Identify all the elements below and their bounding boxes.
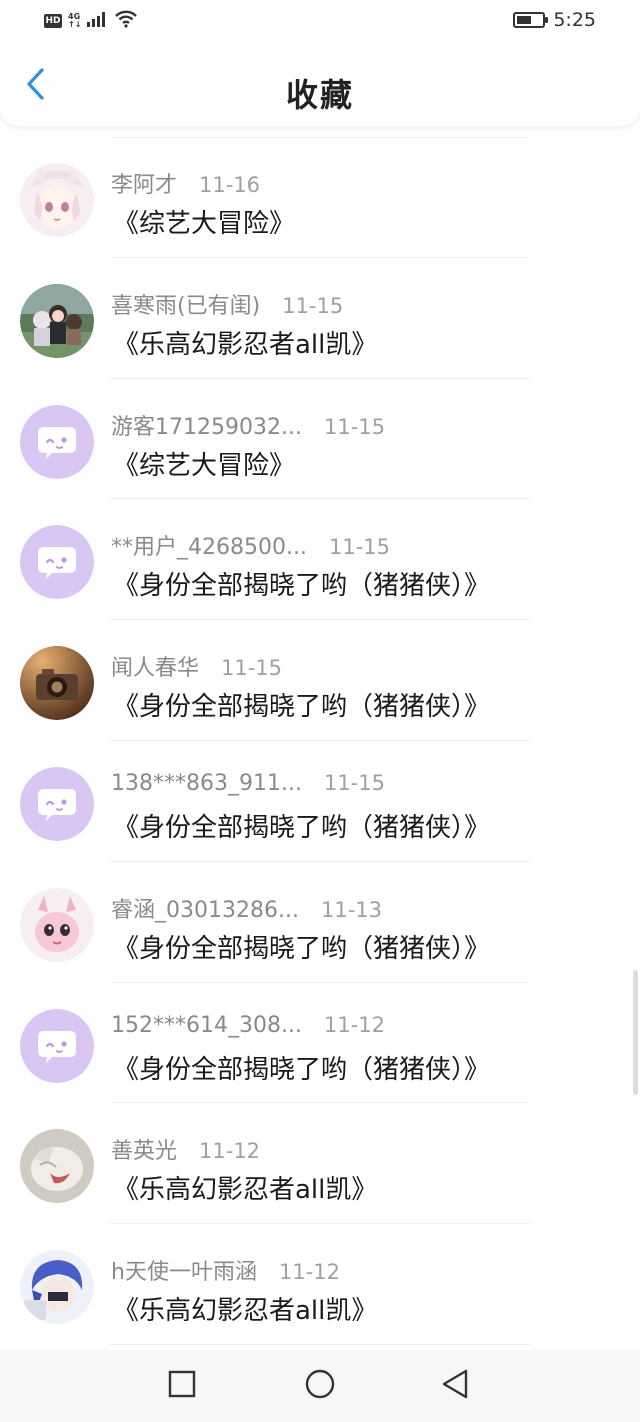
favorite-item[interactable]: 喜寒雨(已有闺) 11-15 《乐高幻影忍者all凯》 (0, 258, 640, 379)
app-header: 收藏 (0, 44, 640, 126)
favorite-item[interactable]: 138***863_911... 11-15 《身份全部揭晓了哟（猪猪侠）》 (0, 741, 640, 862)
user-avatar[interactable] (20, 404, 94, 479)
work-title[interactable]: 《身份全部揭晓了哟（猪猪侠）》 (113, 928, 490, 965)
username: 睿涵_03013286... (111, 897, 299, 923)
favorite-item[interactable]: h天使一叶雨涵 11-12 《乐高幻影忍者all凯》 (0, 1224, 640, 1345)
work-title[interactable]: 《乐高幻影忍者all凯》 (113, 324, 377, 361)
username: 喜寒雨(已有闺) (111, 293, 261, 319)
item-meta: 喜寒雨(已有闺) 11-15 (111, 288, 343, 320)
system-back-button[interactable] (437, 1368, 473, 1404)
work-title[interactable]: 《身份全部揭晓了哟（猪猪侠）》 (113, 1049, 490, 1086)
scrollbar[interactable] (633, 970, 638, 1095)
network-type: 4G ↑↓ (68, 13, 81, 29)
home-button[interactable] (302, 1368, 338, 1404)
work-title[interactable]: 《身份全部揭晓了哟（猪猪侠）》 (113, 807, 490, 844)
triangle-back-icon (440, 1368, 470, 1404)
favorite-date: 11-15 (221, 656, 283, 681)
favorite-item[interactable]: **用户_4268500... 11-15 《身份全部揭晓了哟（猪猪侠）》 (0, 499, 640, 621)
item-meta: 138***863_911... 11-15 (111, 771, 385, 796)
favorite-item[interactable]: 游客171259032... 11-15 《综艺大冒险》 (0, 379, 640, 500)
item-meta: 游客171259032... 11-15 (111, 409, 385, 441)
item-divider (110, 1343, 530, 1345)
hd-badge: HD (44, 14, 62, 28)
work-title[interactable]: 《身份全部揭晓了哟（猪猪侠）》 (113, 686, 490, 723)
user-avatar[interactable] (20, 283, 94, 358)
recents-button[interactable] (164, 1368, 200, 1404)
favorite-item[interactable]: 闻人春华 11-15 《身份全部揭晓了哟（猪猪侠）》 (0, 620, 640, 741)
favorite-item[interactable]: 152***614_308... 11-12 《身份全部揭晓了哟（猪猪侠）》 (0, 983, 640, 1104)
favorite-date: 11-13 (320, 897, 382, 922)
battery-level (517, 16, 532, 24)
username: h天使一叶雨涵 (111, 1260, 257, 1286)
item-meta: 善英光 11-12 (111, 1133, 260, 1165)
username: 李阿才 (111, 173, 178, 198)
username: 152***614_308... (111, 1012, 302, 1038)
username: 138***863_911... (111, 770, 302, 796)
user-avatar[interactable] (20, 887, 94, 962)
page-title: 收藏 (285, 76, 354, 114)
system-nav-bar (0, 1350, 640, 1422)
favorite-item[interactable]: 睿涵_03013286... 11-13 《身份全部揭晓了哟（猪猪侠）》 (0, 862, 640, 983)
favorite-date: 11-15 (328, 535, 390, 560)
network-activity-label: ↑↓ (68, 20, 82, 29)
favorite-date: 11-12 (323, 1012, 385, 1037)
favorite-date: 11-15 (323, 770, 385, 795)
username: 善英光 (111, 1139, 178, 1165)
user-avatar[interactable] (20, 1250, 94, 1325)
work-title[interactable]: 《综艺大冒险》 (113, 203, 295, 240)
user-avatar[interactable] (20, 1129, 94, 1204)
user-avatar[interactable] (20, 766, 94, 841)
username: 游客171259032... (111, 414, 302, 440)
user-avatar[interactable] (20, 646, 94, 721)
favorite-item[interactable]: 李阿才 11-16 《综艺大冒险》 (0, 137, 640, 258)
favorite-item[interactable]: 善英光 11-12 《乐高幻影忍者all凯》 (0, 1103, 640, 1225)
battery-icon (513, 12, 549, 28)
favorite-date: 11-15 (323, 414, 385, 439)
square-icon (168, 1370, 196, 1402)
item-meta: **用户_4268500... 11-15 (111, 529, 390, 561)
status-right: 5:25 (513, 9, 596, 31)
username: 闻人春华 (111, 656, 200, 682)
user-avatar[interactable] (20, 163, 94, 237)
work-title[interactable]: 《乐高幻影忍者all凯》 (113, 1290, 377, 1327)
item-meta: 152***614_308... 11-12 (111, 1013, 385, 1038)
work-title[interactable]: 《身份全部揭晓了哟（猪猪侠）》 (113, 565, 490, 602)
wifi-icon (115, 10, 138, 32)
circle-icon (304, 1368, 336, 1404)
username: **用户_4268500... (111, 535, 307, 561)
screen: HD 4G ↑↓ 5:25 收藏 李阿才 11-16 《综艺大冒险》 喜寒雨(已… (0, 0, 640, 1422)
status-bar: HD 4G ↑↓ 5:25 (0, 0, 640, 44)
status-left: HD 4G ↑↓ (44, 10, 138, 32)
favorite-date: 11-16 (199, 173, 261, 197)
favorite-date: 11-12 (278, 1260, 340, 1285)
user-avatar[interactable] (20, 1008, 94, 1083)
favorite-date: 11-12 (199, 1139, 261, 1164)
item-meta: 闻人春华 11-15 (111, 650, 282, 682)
work-title[interactable]: 《综艺大冒险》 (113, 445, 295, 482)
item-meta: 睿涵_03013286... 11-13 (111, 892, 382, 924)
work-title[interactable]: 《乐高幻影忍者all凯》 (113, 1169, 377, 1206)
favorite-date: 11-15 (282, 293, 344, 318)
favorites-list: 李阿才 11-16 《综艺大冒险》 喜寒雨(已有闺) 11-15 《乐高幻影忍者all凯… (0, 137, 640, 1345)
status-time: 5:25 (553, 9, 596, 31)
user-avatar[interactable] (20, 525, 94, 600)
item-meta: 李阿才 11-16 (111, 167, 260, 199)
signal-icon (87, 11, 109, 31)
item-meta: h天使一叶雨涵 11-12 (111, 1254, 340, 1286)
